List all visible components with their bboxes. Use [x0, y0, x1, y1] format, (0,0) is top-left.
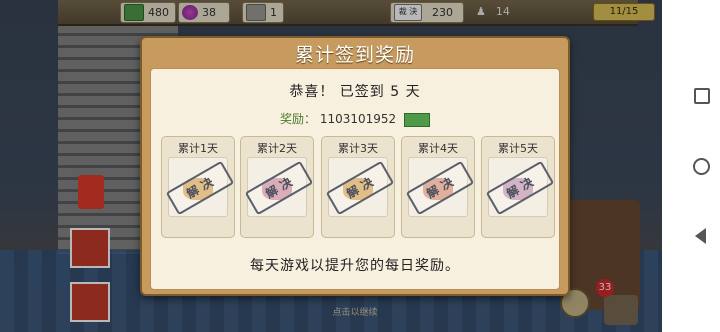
day-label: 累计1天: [178, 142, 218, 155]
back-icon[interactable]: [695, 228, 706, 244]
android-nav-bar: [662, 0, 720, 332]
day-card: 累计1天 解 决: [161, 136, 235, 238]
day-card: 累计4天 解 决: [401, 136, 475, 238]
day-card: 累计5天 解 决: [481, 136, 555, 238]
tap-to-continue[interactable]: 点击以继续: [142, 305, 568, 318]
day-card: 累计3天 解 决: [321, 136, 395, 238]
daily-signin-dialog: 累计签到奖励 恭喜！ 已签到 5 天 奖励： 1103101952 累计1天 解…: [140, 36, 570, 318]
congrats-text: 恭喜！ 已签到 5 天: [289, 84, 421, 100]
dialog-body: 恭喜！ 已签到 5 天 奖励： 1103101952 累计1天 解 决 累计2天…: [150, 68, 560, 290]
day-label: 累计3天: [338, 142, 378, 155]
reward-line: 奖励： 1103101952: [151, 110, 559, 127]
money-icon: [404, 112, 431, 127]
day-label: 累计5天: [498, 142, 538, 155]
dialog-title: 累计签到奖励: [294, 44, 415, 66]
daily-tip: 每天游戏以提升您的每日奖励。: [250, 258, 460, 274]
reward-value: 1103101952: [319, 112, 397, 126]
reward-label: 奖励：: [279, 112, 316, 126]
day-label: 累计2天: [257, 142, 297, 155]
day-label: 累计4天: [418, 142, 458, 155]
day-card: 累计2天 解 决: [240, 136, 314, 238]
home-icon[interactable]: [693, 158, 710, 175]
day-cards: 累计1天 解 决 累计2天 解 决 累计3天 解 决 累计4天 解 决 累计5天: [161, 136, 555, 246]
recents-icon[interactable]: [694, 88, 710, 104]
